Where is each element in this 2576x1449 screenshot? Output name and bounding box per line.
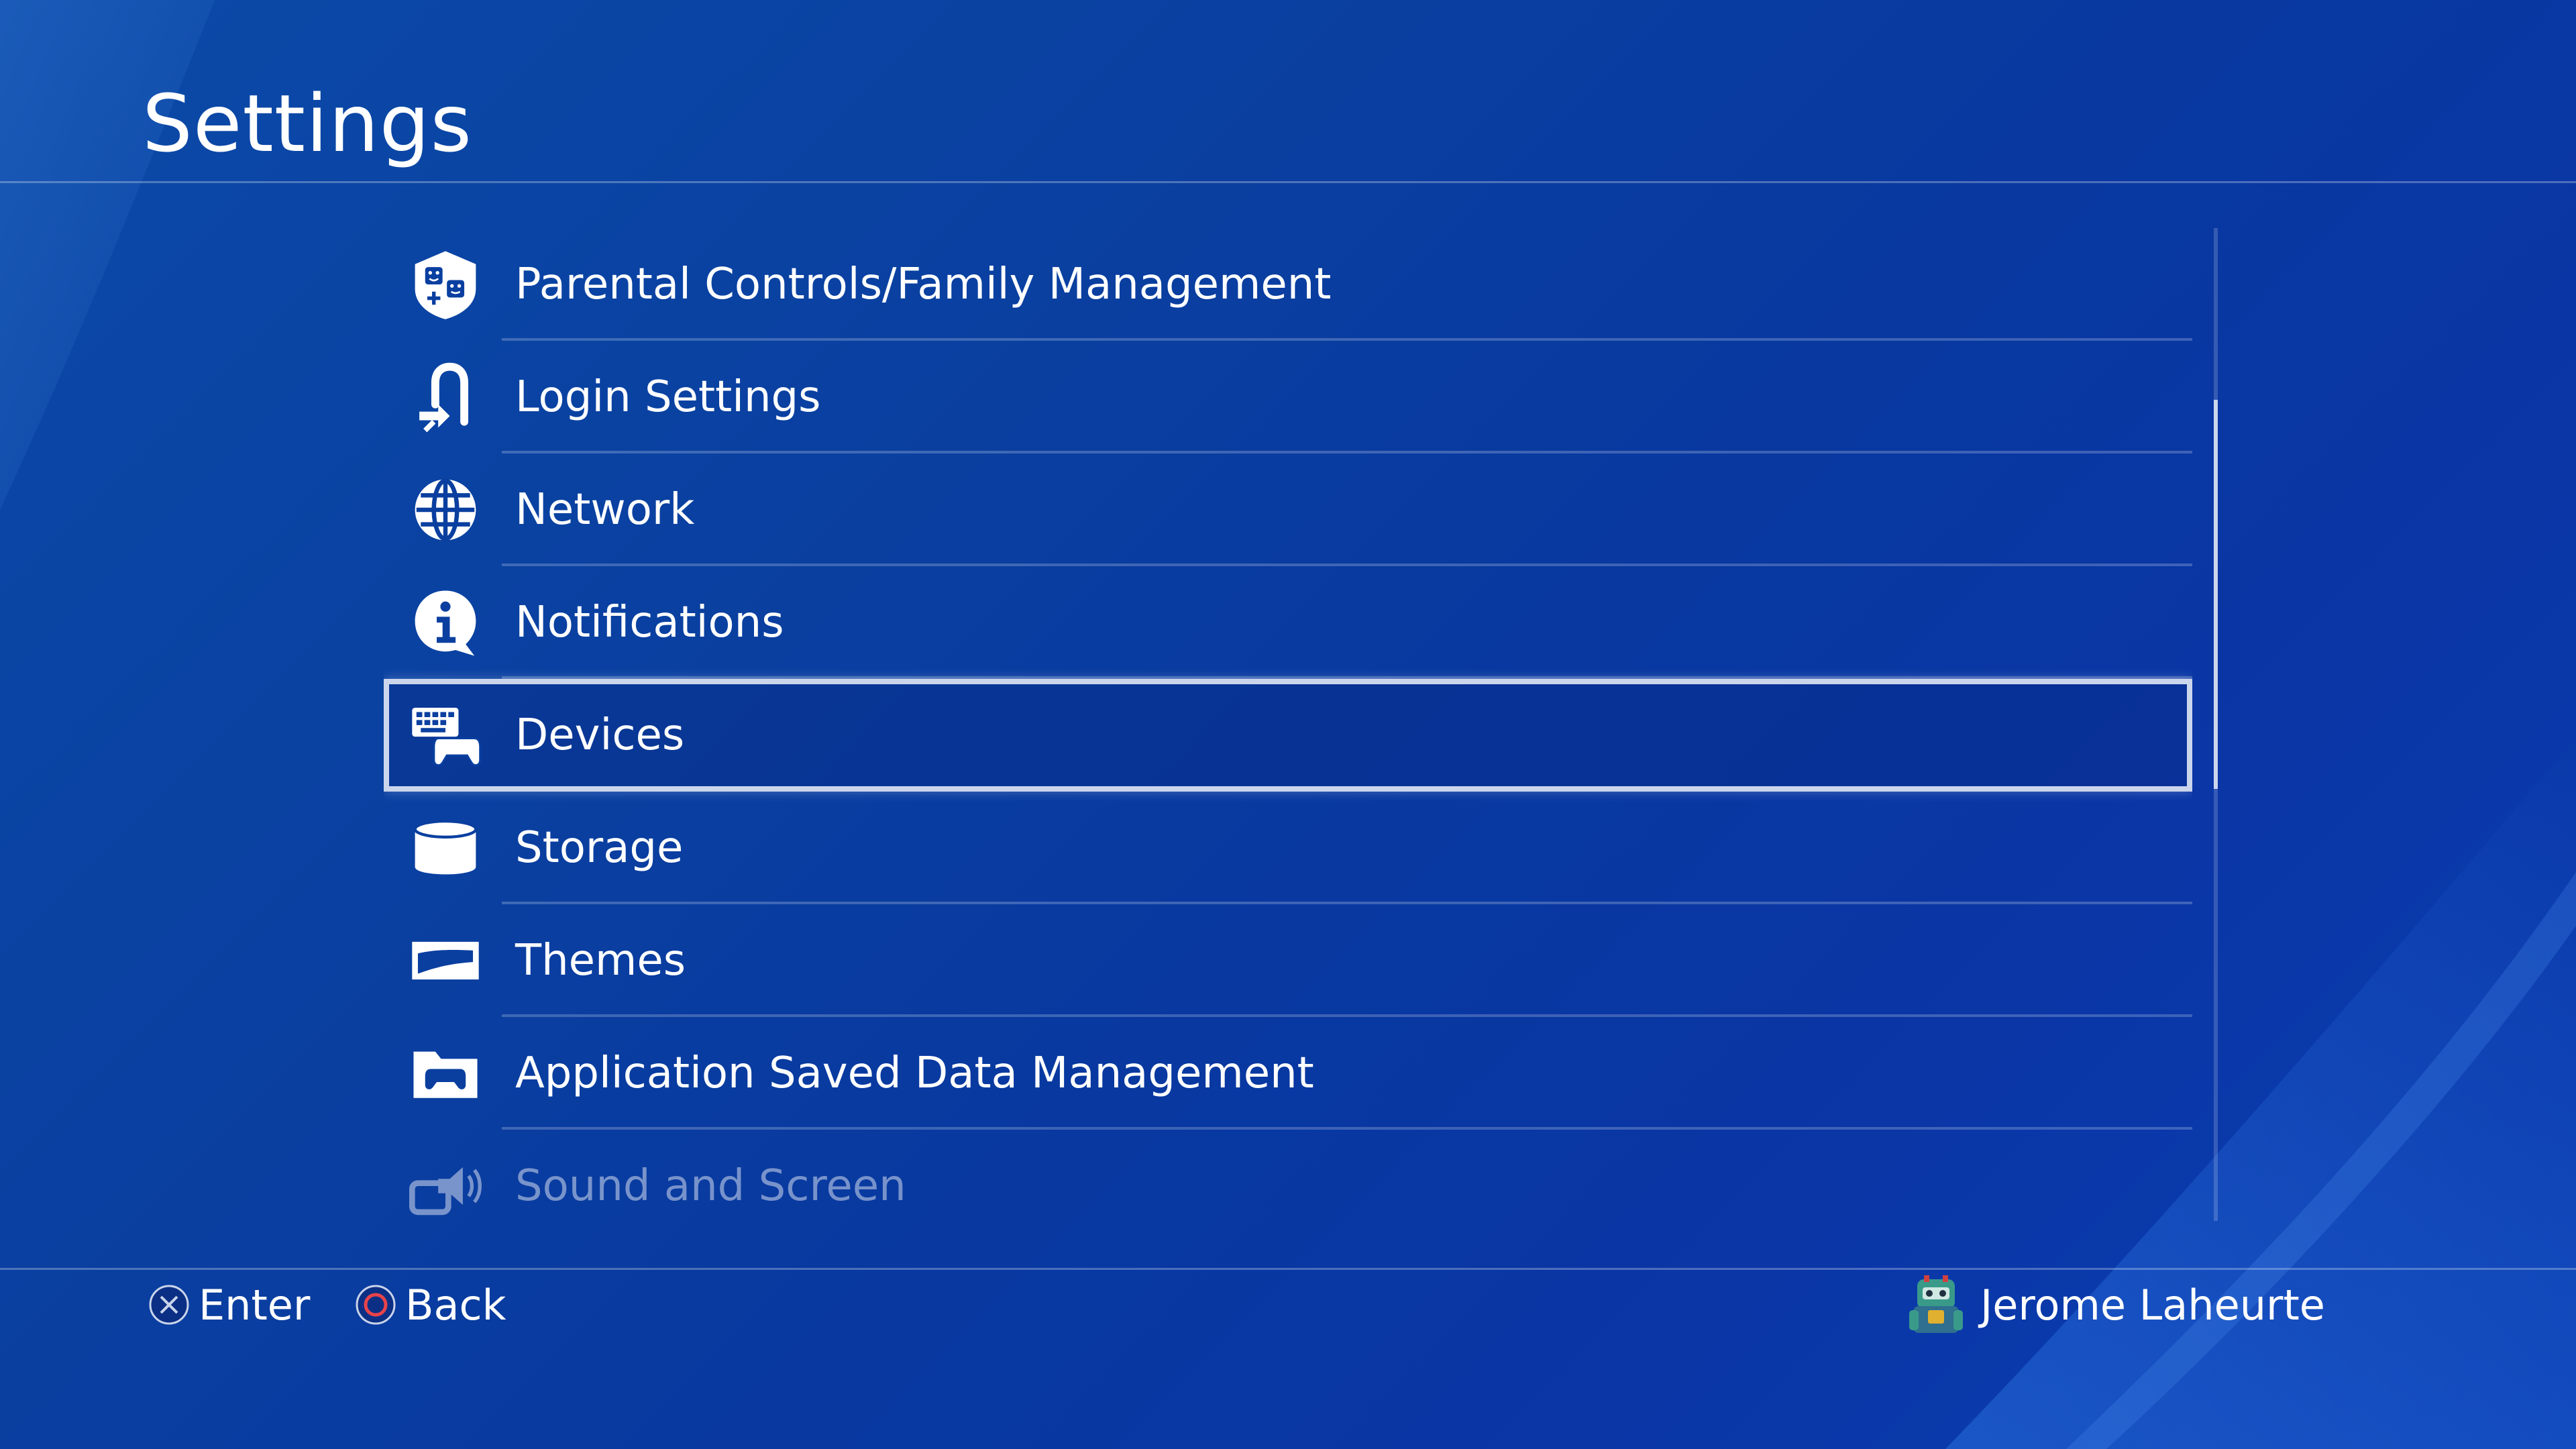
settings-item-label: Themes [515, 936, 686, 985]
back-hint[interactable]: Back [354, 1275, 506, 1335]
footer: Enter Back Jerome Laheurte [0, 1275, 2576, 1335]
saved-data-icon [409, 1037, 482, 1110]
settings-list: Parental Controls/Family Management Logi… [384, 228, 2192, 1221]
user-profile[interactable]: Jerome Laheurte [1904, 1275, 2325, 1335]
info-bubble-icon [409, 586, 482, 659]
devices-icon [409, 699, 482, 771]
scrollbar-thumb[interactable] [2214, 400, 2218, 789]
settings-item-label: Storage [515, 823, 684, 873]
settings-item-parental-controls[interactable]: Parental Controls/Family Management [384, 228, 2192, 341]
user-name: Jerome Laheurte [1980, 1280, 2325, 1330]
settings-item-devices[interactable]: Devices [384, 679, 2192, 792]
footer-divider [0, 1268, 2576, 1270]
settings-item-login-settings[interactable]: Login Settings [384, 341, 2192, 453]
settings-item-notifications[interactable]: Notifications [384, 566, 2192, 679]
settings-item-label: Devices [515, 710, 685, 760]
settings-item-label: Notifications [515, 598, 784, 647]
settings-item-label: Login Settings [515, 372, 821, 422]
settings-item-sound-and-screen[interactable]: Sound and Screen [384, 1130, 2192, 1221]
themes-icon [409, 924, 482, 997]
cross-button-icon [148, 1283, 191, 1326]
back-label: Back [405, 1280, 506, 1330]
settings-item-storage[interactable]: Storage [384, 792, 2192, 904]
settings-item-saved-data[interactable]: Application Saved Data Management [384, 1017, 2192, 1130]
avatar [1904, 1273, 1968, 1337]
sound-screen-icon [409, 1150, 482, 1221]
parental-controls-icon [409, 248, 482, 321]
header-divider [0, 181, 2576, 183]
settings-item-label: Application Saved Data Management [515, 1049, 1314, 1098]
enter-hint[interactable]: Enter [148, 1275, 310, 1335]
scrollbar[interactable] [2214, 228, 2218, 1221]
settings-item-label: Network [515, 485, 695, 535]
settings-item-network[interactable]: Network [384, 453, 2192, 566]
settings-item-label: Parental Controls/Family Management [515, 260, 1332, 309]
circle-button-icon [354, 1283, 397, 1326]
login-icon [409, 361, 482, 433]
globe-icon [409, 474, 482, 546]
settings-item-label: Sound and Screen [515, 1161, 906, 1211]
enter-label: Enter [199, 1280, 311, 1330]
page-title: Settings [142, 77, 472, 170]
storage-icon [409, 812, 482, 884]
settings-item-themes[interactable]: Themes [384, 904, 2192, 1017]
